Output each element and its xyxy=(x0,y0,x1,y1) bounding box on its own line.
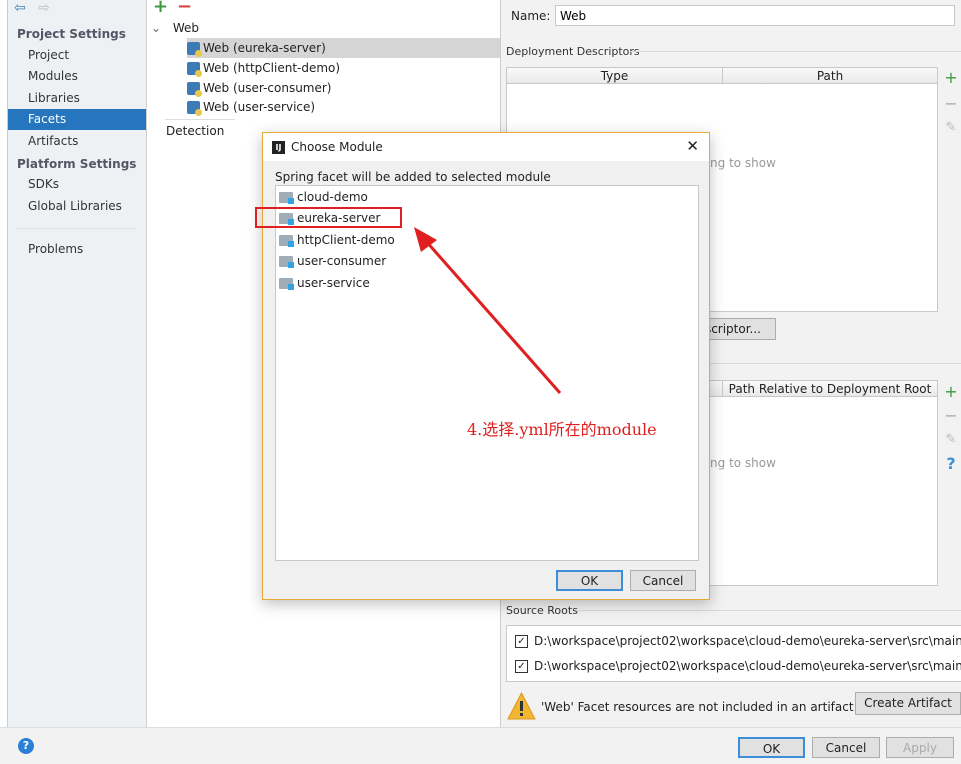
deployment-descriptors-label: Deployment Descriptors xyxy=(506,45,640,58)
module-label: user-consumer xyxy=(297,254,387,268)
module-folder-icon xyxy=(279,277,294,290)
name-input[interactable] xyxy=(555,5,955,26)
dialog-title: Choose Module xyxy=(291,140,383,154)
choose-module-dialog: IJ Choose Module ✕ Spring facet will be … xyxy=(262,132,710,600)
divider xyxy=(578,610,961,611)
source-root-path: D:\workspace\project02\workspace\cloud-d… xyxy=(534,659,961,673)
module-label: httpClient-demo xyxy=(297,233,395,247)
module-item[interactable]: httpClient-demo xyxy=(279,230,395,250)
annotation-text: 4.选择.yml所在的module xyxy=(467,420,657,439)
left-edge-strip xyxy=(0,0,8,727)
source-roots-label: Source Roots xyxy=(506,604,578,617)
project-settings-heading: Project Settings xyxy=(17,27,126,41)
web-facet-icon xyxy=(187,100,202,116)
module-item[interactable]: user-service xyxy=(279,273,370,293)
intellij-logo-icon: IJ xyxy=(272,140,285,154)
sidebar-item-modules[interactable]: Modules xyxy=(8,66,146,87)
module-item[interactable]: cloud-demo xyxy=(279,187,368,207)
close-icon[interactable]: ✕ xyxy=(686,137,699,155)
module-list[interactable]: cloud-demo eureka-server httpClient-demo… xyxy=(275,185,699,561)
add-icon[interactable]: + xyxy=(153,0,168,17)
sidebar-item-libraries[interactable]: Libraries xyxy=(8,88,146,109)
column-type[interactable]: Type xyxy=(507,68,723,84)
sidebar-item-project[interactable]: Project xyxy=(8,45,146,66)
cancel-button[interactable]: Cancel xyxy=(812,737,880,758)
tree-root-label: Web xyxy=(172,21,200,35)
divider xyxy=(630,51,961,52)
tree-item-label: Web (user-service) xyxy=(203,100,316,114)
warning-icon xyxy=(507,692,536,720)
web-facet-icon xyxy=(187,81,202,97)
sidebar-item-problems[interactable]: Problems xyxy=(8,239,146,260)
detection-item[interactable]: Detection xyxy=(166,124,224,138)
checkbox-checked-icon[interactable]: ✓ xyxy=(515,659,528,673)
tree-item-label: Web (user-consumer) xyxy=(203,81,332,95)
highlight-box xyxy=(255,207,402,228)
ok-button[interactable]: OK xyxy=(738,737,805,758)
edit-pencil-icon[interactable]: ✎ xyxy=(944,432,958,448)
tree-item[interactable]: Web (user-consumer) xyxy=(187,78,500,98)
module-label: user-service xyxy=(297,276,370,290)
back-arrow-icon[interactable]: ⇦ xyxy=(14,0,26,16)
remove-icon[interactable]: − xyxy=(944,96,958,112)
web-facet-icon xyxy=(187,61,202,77)
checkbox-checked-icon[interactable]: ✓ xyxy=(515,634,528,648)
module-label: cloud-demo xyxy=(297,190,368,204)
remove-icon[interactable]: − xyxy=(944,408,958,424)
tree-item[interactable]: Web (user-service) xyxy=(187,97,500,117)
tree-item[interactable]: Web (eureka-server) xyxy=(187,38,500,58)
create-artifact-button[interactable]: Create Artifact xyxy=(855,692,961,715)
web-facet-icon xyxy=(187,41,202,57)
help-icon[interactable]: ? xyxy=(18,738,34,754)
remove-icon[interactable]: − xyxy=(177,0,192,17)
dialog-cancel-button[interactable]: Cancel xyxy=(630,570,696,591)
dialog-title-bar: IJ Choose Module ✕ xyxy=(263,133,709,161)
module-folder-icon xyxy=(279,191,294,204)
source-roots-list: ✓ D:\workspace\project02\workspace\cloud-… xyxy=(506,625,961,682)
dialog-ok-button[interactable]: OK xyxy=(556,570,623,591)
source-root-row[interactable]: ✓ D:\workspace\project02\workspace\cloud-… xyxy=(515,659,961,673)
tree-item-label: Web (eureka-server) xyxy=(203,41,326,55)
source-root-path: D:\workspace\project02\workspace\cloud-d… xyxy=(534,634,961,648)
divider xyxy=(165,119,235,120)
divider xyxy=(16,228,136,229)
platform-settings-heading: Platform Settings xyxy=(17,157,137,171)
help-question-icon[interactable]: ? xyxy=(944,456,958,472)
module-folder-icon xyxy=(279,234,294,247)
tree-item[interactable]: Web (httpClient-demo) xyxy=(187,58,500,78)
add-icon[interactable]: + xyxy=(944,70,958,86)
forward-arrow-icon[interactable]: ⇨ xyxy=(38,0,50,16)
tree-item-label: Web (httpClient-demo) xyxy=(203,61,341,75)
column-path[interactable]: Path xyxy=(723,68,938,84)
source-root-row[interactable]: ✓ D:\workspace\project02\workspace\cloud-… xyxy=(515,634,961,648)
settings-sidebar: ⇦ ⇨ Project Settings Project Modules Lib… xyxy=(8,0,147,727)
tree-root-web[interactable]: ⌄ Web xyxy=(147,18,500,38)
add-icon[interactable]: + xyxy=(944,384,958,400)
edit-pencil-icon[interactable]: ✎ xyxy=(944,120,958,136)
sidebar-item-global-libraries[interactable]: Global Libraries xyxy=(8,196,146,217)
module-folder-icon xyxy=(279,255,294,268)
column-path-relative[interactable]: Path Relative to Deployment Root xyxy=(723,381,938,397)
dialog-prompt: Spring facet will be added to selected m… xyxy=(275,170,551,184)
sidebar-item-artifacts[interactable]: Artifacts xyxy=(8,131,146,152)
sidebar-item-sdks[interactable]: SDKs xyxy=(8,174,146,195)
module-item[interactable]: user-consumer xyxy=(279,251,386,271)
footer-bar: ? OK Cancel Apply xyxy=(0,727,961,764)
apply-button[interactable]: Apply xyxy=(886,737,954,758)
warning-text: 'Web' Facet resources are not included i… xyxy=(541,700,854,714)
chevron-down-icon: ⌄ xyxy=(151,21,162,35)
name-label: Name: xyxy=(511,9,551,23)
sidebar-item-facets[interactable]: Facets xyxy=(8,109,146,130)
